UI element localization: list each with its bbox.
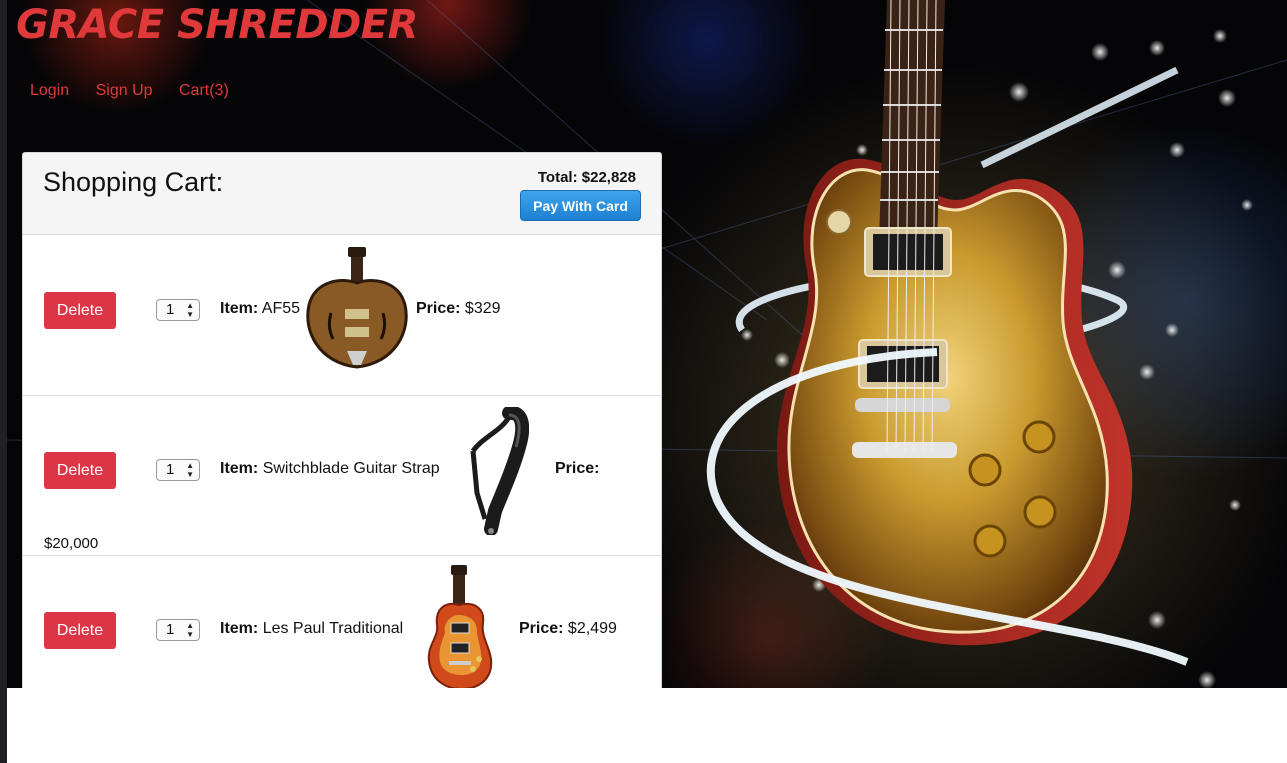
item-info: Item: Switchblade Guitar Strap xyxy=(220,460,440,478)
nav-login-link[interactable]: Login xyxy=(30,81,69,101)
nav-signup-link[interactable]: Sign Up xyxy=(96,81,153,101)
item-price: $20,000 xyxy=(44,535,98,552)
cart-item-row: Delete 1 ▲ ▼ Item: Les Paul Traditional P… xyxy=(23,555,661,688)
delete-button[interactable]: Delete xyxy=(44,292,116,329)
item-label: Item: xyxy=(220,460,259,477)
delete-button[interactable]: Delete xyxy=(44,612,116,649)
select-arrows-icon: ▲ ▼ xyxy=(186,461,194,479)
quantity-select[interactable]: 1 ▲ ▼ xyxy=(156,619,200,641)
hollowbody-guitar-image xyxy=(306,247,408,369)
total-value: $22,828 xyxy=(581,169,636,186)
brand-logo[interactable]: Grace Shredder xyxy=(16,2,418,48)
cart-header: Shopping Cart: Total: $22,828 Pay With C… xyxy=(23,153,661,235)
price-value: $2,499 xyxy=(567,620,617,637)
cart-item-row: Delete 1 ▲ ▼ Item: AF55 Price: $329 xyxy=(23,235,661,396)
select-arrows-icon: ▲ ▼ xyxy=(186,301,194,319)
quantity-select[interactable]: 1 ▲ ▼ xyxy=(156,459,200,481)
select-arrows-icon: ▲ ▼ xyxy=(186,621,194,639)
total-label: Total: xyxy=(537,169,578,186)
delete-button[interactable]: Delete xyxy=(44,452,116,489)
item-name: Les Paul Traditional xyxy=(262,620,404,637)
item-info: Item: AF55 xyxy=(220,300,300,318)
item-name: Switchblade Guitar Strap xyxy=(262,460,440,477)
price-value: $20,000 xyxy=(44,535,99,552)
item-label: Item: xyxy=(220,620,259,637)
price-label-wrap: Price: xyxy=(555,460,599,478)
quantity-value: 1 xyxy=(166,621,175,638)
quantity-select[interactable]: 1 ▲ ▼ xyxy=(156,299,200,321)
price-label: Price: xyxy=(416,300,461,317)
price-label: Price: xyxy=(555,460,600,477)
item-price: Price: $2,499 xyxy=(519,620,617,638)
top-nav: Login Sign Up Cart(3) xyxy=(30,81,251,101)
cart-item-row: Delete 1 ▲ ▼ Item: Switchblade Guitar Str… xyxy=(23,395,661,556)
quantity-value: 1 xyxy=(166,461,175,478)
shopping-cart-panel: Shopping Cart: Total: $22,828 Pay With C… xyxy=(22,152,662,688)
cart-total: Total: $22,828 xyxy=(538,169,636,186)
quantity-value: 1 xyxy=(166,301,175,318)
les-paul-guitar-image xyxy=(427,565,493,688)
item-name: AF55 xyxy=(261,300,301,317)
price-value: $329 xyxy=(464,300,501,317)
window-edge xyxy=(0,0,7,763)
cart-title: Shopping Cart: xyxy=(43,167,224,197)
nav-cart-link[interactable]: Cart(3) xyxy=(179,81,229,101)
item-info: Item: Les Paul Traditional xyxy=(220,620,403,638)
item-price: Price: $329 xyxy=(416,300,501,318)
pay-with-card-button[interactable]: Pay With Card xyxy=(520,190,641,221)
item-label: Item: xyxy=(220,300,259,317)
guitar-strap-image xyxy=(470,407,529,535)
price-label: Price: xyxy=(519,620,564,637)
